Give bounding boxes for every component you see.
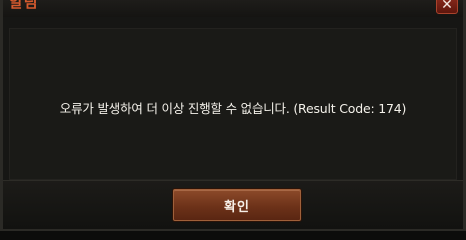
confirm-button-label: 확인	[224, 199, 250, 215]
close-button[interactable]: ✕	[436, 0, 458, 14]
dialog-title-bar: 알림 ✕	[3, 0, 463, 17]
alert-dialog: 알림 ✕ 오류가 발생하여 더 이상 진행할 수 없습니다. (Result C…	[0, 0, 466, 231]
confirm-button[interactable]: 확인	[173, 189, 301, 221]
close-icon: ✕	[441, 0, 453, 13]
dialog-title: 알림	[9, 0, 39, 11]
error-message: 오류가 발생하여 더 이상 진행할 수 없습니다. (Result Code: …	[59, 101, 407, 116]
dialog-footer: 확인	[3, 180, 463, 229]
